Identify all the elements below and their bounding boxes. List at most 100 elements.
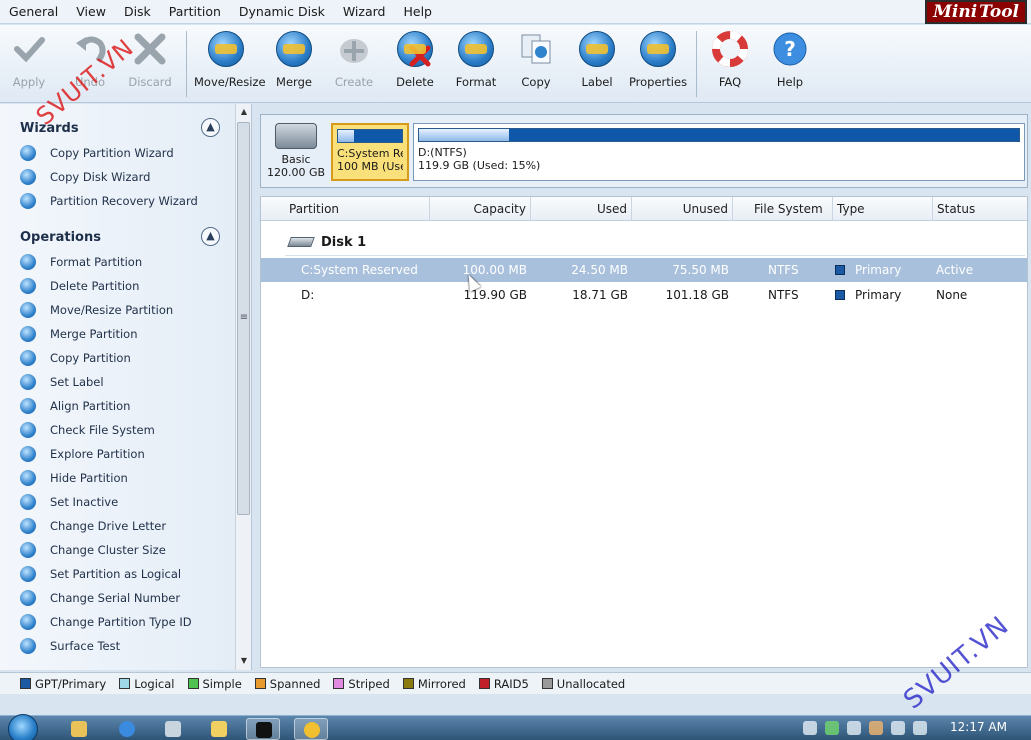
col-partition[interactable]: Partition — [285, 197, 430, 221]
op-label: Merge Partition — [50, 327, 138, 341]
taskbar-ie[interactable] — [110, 718, 144, 740]
wizard-partition-recovery[interactable]: Partition Recovery Wizard — [20, 191, 198, 211]
table-row[interactable]: D: 119.90 GB 18.71 GB 101.18 GB NTFS Pri… — [261, 283, 1027, 307]
operations-collapse-button[interactable]: ▲ — [201, 227, 220, 246]
menu-partition[interactable]: Partition — [160, 1, 230, 23]
op-format-partition[interactable]: Format Partition — [20, 252, 142, 272]
copy-icon — [20, 350, 36, 366]
properties-button[interactable]: Properties — [626, 31, 690, 89]
col-status[interactable]: Status — [933, 197, 1027, 221]
op-explore-partition[interactable]: Explore Partition — [20, 444, 145, 464]
op-surface-test[interactable]: Surface Test — [20, 636, 120, 656]
col-unused[interactable]: Unused — [632, 197, 733, 221]
op-change-partition-type-id[interactable]: Change Partition Type ID — [20, 612, 192, 632]
op-change-cluster-size[interactable]: Change Cluster Size — [20, 540, 166, 560]
op-hide-partition[interactable]: Hide Partition — [20, 468, 128, 488]
partition-block-d[interactable]: D:(NTFS) 119.9 GB (Used: 15%) — [413, 123, 1025, 181]
op-label: Set Label — [50, 375, 104, 389]
op-label: Set Inactive — [50, 495, 119, 509]
start-button[interactable] — [8, 714, 38, 740]
network-tray-icon[interactable] — [891, 721, 905, 735]
system-tray: 12:17 AM — [791, 716, 1031, 740]
delete-button[interactable]: Delete — [383, 31, 447, 89]
move-resize-icon — [208, 31, 244, 67]
label-button[interactable]: Label — [565, 31, 629, 89]
tray-icon[interactable] — [803, 721, 817, 735]
faq-button[interactable]: FAQ — [698, 31, 762, 89]
col-type[interactable]: Type — [833, 197, 933, 221]
cell-type: Primary — [835, 283, 901, 307]
type-text: Primary — [855, 288, 902, 302]
scroll-down-icon[interactable]: ▼ — [236, 656, 251, 665]
cell-unused: 75.50 MB — [672, 263, 729, 277]
cell-file-system: NTFS — [768, 288, 799, 302]
op-delete-partition[interactable]: Delete Partition — [20, 276, 139, 296]
tray-icon[interactable] — [847, 721, 861, 735]
tray-icon[interactable] — [869, 721, 883, 735]
taskbar-minitool[interactable] — [294, 718, 328, 740]
apply-button[interactable]: Apply — [0, 31, 61, 89]
wizard-copy-partition[interactable]: Copy Partition Wizard — [20, 143, 174, 163]
menu-general[interactable]: General — [0, 1, 67, 23]
chevron-up-icon: ▲ — [206, 120, 215, 133]
op-change-drive-letter[interactable]: Change Drive Letter — [20, 516, 166, 536]
scroll-up-icon[interactable]: ▲ — [236, 107, 251, 116]
left-panel-scrollbar[interactable]: ▲ ≡ ▼ — [235, 104, 251, 670]
col-file-system[interactable]: File System — [733, 197, 833, 221]
op-check-file-system[interactable]: Check File System — [20, 420, 155, 440]
format-button[interactable]: Format — [444, 31, 508, 89]
cell-status: None — [936, 288, 968, 302]
taskbar-cmd[interactable] — [246, 718, 280, 740]
create-button[interactable]: Create — [322, 31, 386, 89]
disk-size: 120.00 GB — [266, 166, 326, 179]
disk-info[interactable]: Basic 120.00 GB — [265, 121, 327, 183]
help-button[interactable]: ? Help — [758, 31, 822, 89]
taskbar-explorer[interactable] — [62, 718, 96, 740]
tray-icon[interactable] — [825, 721, 839, 735]
move-resize-button[interactable]: Move/Resize — [194, 31, 266, 89]
op-change-serial-number[interactable]: Change Serial Number — [20, 588, 180, 608]
discard-label: Discard — [128, 75, 172, 89]
usage-bar — [418, 128, 1020, 142]
op-set-partition-logical[interactable]: Set Partition as Logical — [20, 564, 181, 584]
op-set-inactive[interactable]: Set Inactive — [20, 492, 118, 512]
cell-capacity: 100.00 MB — [462, 263, 527, 277]
wizard-icon — [20, 145, 36, 161]
wizard-icon — [20, 193, 36, 209]
op-align-partition[interactable]: Align Partition — [20, 396, 130, 416]
disk-group-row[interactable]: Disk 1 — [287, 231, 366, 253]
menu-help[interactable]: Help — [394, 1, 441, 23]
wizard-copy-disk[interactable]: Copy Disk Wizard — [20, 167, 150, 187]
label-icon — [20, 374, 36, 390]
menu-disk[interactable]: Disk — [115, 1, 160, 23]
col-used[interactable]: Used — [531, 197, 632, 221]
partition-block-c[interactable]: C:System Rese 100 MB (Used: — [331, 123, 409, 181]
legend-swatch — [20, 678, 31, 689]
op-label: Change Cluster Size — [50, 543, 166, 557]
partition-table: Partition Capacity Used Unused File Syst… — [260, 196, 1028, 668]
merge-button[interactable]: Merge — [262, 31, 326, 89]
wizards-collapse-button[interactable]: ▲ — [201, 118, 220, 137]
op-copy-partition[interactable]: Copy Partition — [20, 348, 131, 368]
menu-view[interactable]: View — [67, 1, 115, 23]
op-set-label[interactable]: Set Label — [20, 372, 104, 392]
serial-icon — [20, 590, 36, 606]
taskbar-app[interactable] — [202, 718, 236, 740]
grip-icon: ≡ — [239, 312, 249, 323]
col-capacity[interactable]: Capacity — [430, 197, 531, 221]
faq-label: FAQ — [718, 75, 742, 89]
clock[interactable]: 12:17 AM — [950, 720, 1007, 734]
menu-wizard[interactable]: Wizard — [334, 1, 395, 23]
op-move-resize-partition[interactable]: Move/Resize Partition — [20, 300, 173, 320]
op-label: Move/Resize Partition — [50, 303, 174, 317]
legend-label: GPT/Primary — [35, 676, 107, 691]
copy-button[interactable]: Copy — [504, 31, 568, 89]
wizard-label: Copy Disk Wizard — [50, 170, 151, 184]
volume-icon[interactable] — [913, 721, 927, 735]
menu-dynamic-disk[interactable]: Dynamic Disk — [230, 1, 334, 23]
left-action-panel: Wizards ▲ Copy Partition Wizard Copy Dis… — [0, 104, 252, 670]
table-row[interactable]: C:System Reserved 100.00 MB 24.50 MB 75.… — [261, 258, 1027, 282]
op-merge-partition[interactable]: Merge Partition — [20, 324, 137, 344]
taskbar-network[interactable] — [156, 718, 190, 740]
type-id-icon — [20, 614, 36, 630]
